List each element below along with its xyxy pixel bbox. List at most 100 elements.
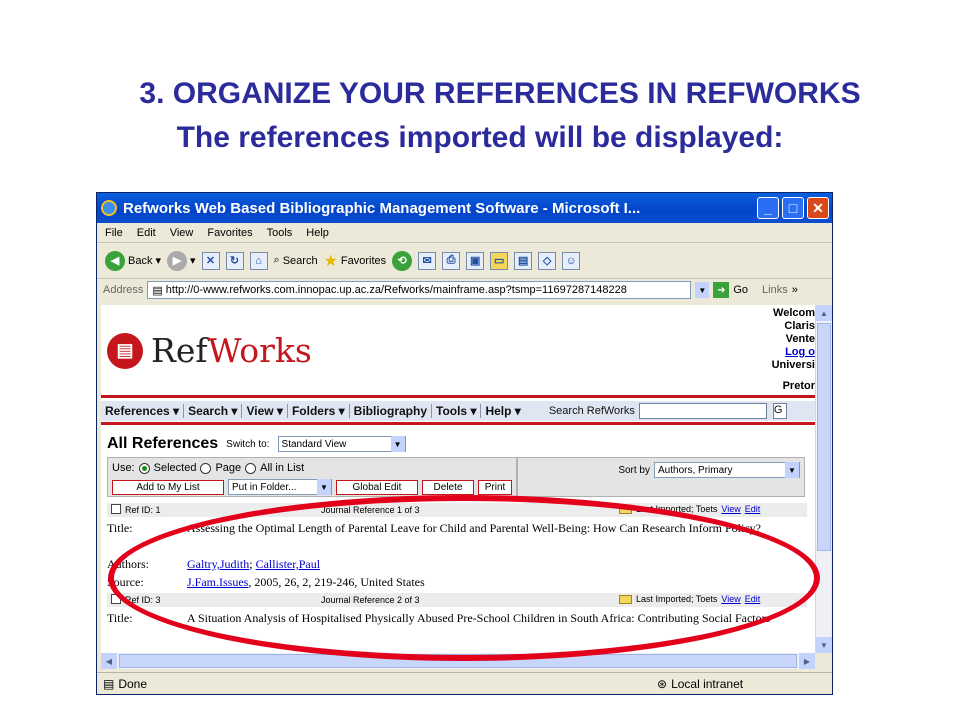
history-icon[interactable]: ⟲ <box>392 250 413 271</box>
source-details: , 2005, 26, 2, 219-246, United States <box>248 575 425 589</box>
favorites-button[interactable]: ★ Favorites <box>324 251 387 271</box>
search-label: Search <box>282 254 318 267</box>
sort-select-value: Authors, Primary <box>658 464 733 476</box>
research-icon[interactable]: ▤ <box>514 251 533 270</box>
edit-icon[interactable]: ▣ <box>466 251 485 270</box>
author-link[interactable]: Callister,Paul <box>256 557 321 571</box>
scroll-left-icon[interactable]: ◀ <box>101 653 117 669</box>
home-icon[interactable]: ⌂ <box>249 251 268 270</box>
browser-window: Refworks Web Based Bibliographic Managem… <box>96 192 833 695</box>
reference-header: Ref ID: 1 Journal Reference 1 of 3 Last … <box>107 503 807 517</box>
put-in-folder-value: Put in Folder... <box>232 481 297 493</box>
scroll-down-icon[interactable]: ▼ <box>816 637 832 653</box>
reference-checkbox[interactable] <box>111 504 121 514</box>
page-content: ▤ RefWorks Welcom Claris Vente Log o Uni… <box>101 305 815 653</box>
menu-edit[interactable]: Edit <box>137 227 156 239</box>
welcome-line: Vente <box>785 333 815 345</box>
all-references-header: All References Switch to: Standard View … <box>107 435 406 453</box>
scroll-up-icon[interactable]: ▲ <box>816 305 832 321</box>
forward-button[interactable]: ▶ ▾ <box>167 250 196 271</box>
refworks-menu-bar: References ▾ Search ▾ View ▾ Folders ▾ B… <box>101 395 815 425</box>
reference-title: Assessing the Optimal Length of Parental… <box>187 521 762 535</box>
refworks-logo: ▤ RefWorks <box>107 331 312 370</box>
put-in-folder-select[interactable]: Put in Folder... ▼ <box>228 479 332 495</box>
menu-favorites[interactable]: Favorites <box>207 227 252 239</box>
horizontal-scrollbar[interactable]: ◀ ▶ <box>101 653 815 669</box>
menu-help[interactable]: Help <box>306 227 329 239</box>
welcome-line: Universi <box>771 359 815 371</box>
ie-icon <box>101 200 117 216</box>
slide-title-line2: The references imported will be displaye… <box>176 121 784 154</box>
view-link[interactable]: View <box>721 504 740 514</box>
folder-icon[interactable]: ▭ <box>490 251 509 270</box>
address-dropdown-icon[interactable]: ▼ <box>695 282 710 298</box>
journal-link[interactable]: J.Fam.Issues <box>187 575 248 589</box>
rw-menu-tools[interactable]: Tools ▾ <box>432 404 482 418</box>
radio-page-label: Page <box>215 462 242 474</box>
search-refworks-input[interactable] <box>638 403 767 419</box>
refresh-icon[interactable]: ↻ <box>225 251 244 270</box>
mail-icon[interactable]: ✉ <box>418 251 437 270</box>
source-value: J.Fam.Issues, 2005, 26, 2, 219-246, Unit… <box>187 575 797 589</box>
rw-menu-search[interactable]: Search ▾ <box>184 404 243 418</box>
stop-icon[interactable]: ✕ <box>201 251 220 270</box>
rw-menu-view[interactable]: View ▾ <box>242 404 288 418</box>
view-link[interactable]: View <box>721 594 740 604</box>
global-edit-button[interactable]: Global Edit <box>336 479 418 495</box>
go-arrow-icon[interactable]: ➜ <box>713 282 730 298</box>
scroll-right-icon[interactable]: ▶ <box>799 653 815 669</box>
slide-title: 3. ORGANIZE YOUR REFERENCES IN REFWORKS … <box>0 72 960 160</box>
menu-file[interactable]: File <box>105 227 123 239</box>
search-go-button[interactable]: G <box>772 403 787 419</box>
vertical-scrollbar[interactable]: ▲ ▼ <box>815 305 832 653</box>
forward-arrow-icon: ▶ <box>167 250 187 271</box>
messenger-icon[interactable]: ◇ <box>538 251 557 270</box>
page-done-icon: ▤ <box>103 676 115 691</box>
edit-link[interactable]: Edit <box>745 504 761 514</box>
title-bar: Refworks Web Based Bibliographic Managem… <box>97 193 832 223</box>
journal-reference: Journal Reference 2 of 3 <box>321 595 420 605</box>
maximize-button[interactable]: □ <box>782 197 804 219</box>
page-title: All References <box>107 435 219 452</box>
minimize-button[interactable]: _ <box>757 197 779 219</box>
menu-tools[interactable]: Tools <box>267 227 293 239</box>
logout-link[interactable]: Log o <box>751 346 815 359</box>
view-select[interactable]: Standard View ▼ <box>277 436 406 452</box>
scroll-thumb[interactable] <box>817 323 831 551</box>
reference-header: Ref ID: 3 Journal Reference 2 of 3 Last … <box>107 593 807 607</box>
radio-all-in-list[interactable] <box>245 462 257 474</box>
people-icon[interactable]: ☺ <box>562 251 581 270</box>
print-button[interactable]: Print <box>478 479 512 495</box>
go-button[interactable]: Go <box>733 284 748 296</box>
ref-id: Ref ID: 1 <box>125 505 161 515</box>
radio-page[interactable] <box>200 462 212 474</box>
address-bar: Address ▤ http://0-www.refworks.com.inno… <box>97 279 832 301</box>
edit-link[interactable]: Edit <box>745 594 761 604</box>
author-link[interactable]: Galtry,Judith <box>187 557 249 571</box>
search-button[interactable]: ⌕ Search <box>274 254 318 267</box>
page-icon: ▤ <box>152 284 163 297</box>
journal-reference: Journal Reference 1 of 3 <box>321 505 420 515</box>
address-input[interactable]: ▤ http://0-www.refworks.com.innopac.up.a… <box>147 281 692 299</box>
sort-select[interactable]: Authors, Primary ▼ <box>654 462 800 478</box>
add-to-my-list-button[interactable]: Add to My List <box>112 479 224 495</box>
links-button[interactable]: Links <box>762 284 788 296</box>
rw-menu-folders[interactable]: Folders ▾ <box>288 404 350 418</box>
close-button[interactable]: ✕ <box>807 197 829 219</box>
back-label: Back <box>128 254 153 267</box>
rw-menu-help[interactable]: Help ▾ <box>481 404 524 418</box>
delete-button[interactable]: Delete <box>422 479 474 495</box>
print-icon[interactable]: ⎙ <box>442 251 461 270</box>
reference-title: A Situation Analysis of Hospitalised Phy… <box>187 611 771 625</box>
rw-menu-bibliography[interactable]: Bibliography <box>350 404 432 418</box>
back-button[interactable]: ◀ Back ▾ <box>105 250 161 271</box>
reference-checkbox[interactable] <box>111 594 121 604</box>
authors-value: Galtry,Judith; Callister,Paul <box>187 557 321 571</box>
scroll-thumb[interactable] <box>119 654 797 668</box>
links-chevron-icon[interactable]: » <box>792 284 798 296</box>
view-select-value: Standard View <box>281 438 347 450</box>
menu-view[interactable]: View <box>170 227 194 239</box>
radio-selected[interactable] <box>138 462 150 474</box>
slide-title-line1: 3. ORGANIZE YOUR REFERENCES IN REFWORKS <box>139 77 861 110</box>
rw-menu-references[interactable]: References ▾ <box>101 404 185 418</box>
